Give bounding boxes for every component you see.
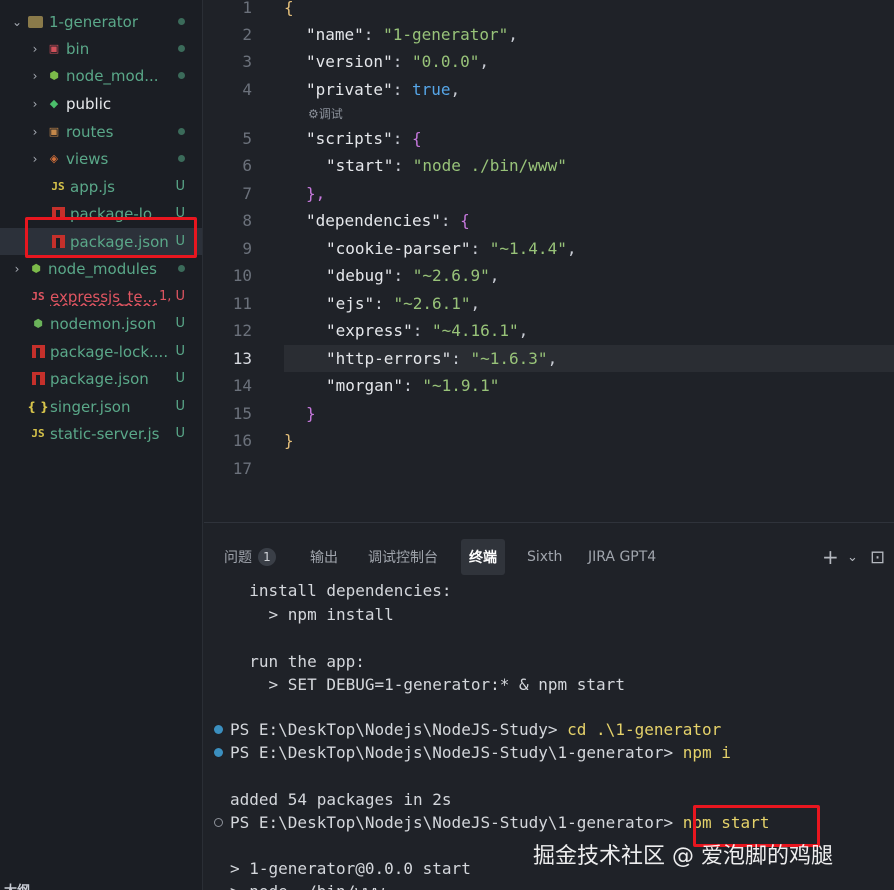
terminal-line: > SET DEBUG=1-generator:* & npm start [230, 675, 625, 694]
chevron-right-icon: › [32, 41, 38, 56]
tree-file-package-json[interactable]: package.json U [0, 365, 202, 392]
modified-dot [178, 155, 185, 162]
code-line-2: 2 "name": "1-generator", [242, 25, 518, 44]
tree-folder-bin[interactable]: › ▣ bin [0, 35, 202, 62]
chevron-down-icon[interactable]: ⌄ [847, 539, 858, 575]
tree-file-package-lock[interactable]: package-lock.... U [0, 338, 202, 365]
tab-problems[interactable]: 问题 1 [216, 539, 284, 575]
watermark-text: 掘金技术社区 @ 爱泡脚的鸡腿 [533, 844, 833, 869]
tree-file-singer-json[interactable]: { } singer.json U [0, 393, 202, 420]
terminal-line: > node ./bin/www [230, 880, 384, 890]
terminal-prompt-line: PS E:\DeskTop\Nodejs\NodeJS-Study\1-gene… [230, 813, 770, 832]
chevron-right-icon: › [32, 96, 38, 111]
npm-icon [31, 372, 45, 385]
code-line-1: 1 { [242, 0, 294, 17]
code-line-11: 11 "ejs": "~2.6.1", [232, 294, 481, 313]
code-line-13: 13 "http-errors": "~1.6.3", [232, 349, 558, 368]
folder-routes-icon: ▣ [48, 125, 60, 138]
terminal-icon[interactable]: ⊡ [870, 539, 885, 575]
code-editor[interactable]: 1 { 2 "name": "1-generator", 3 "version"… [204, 0, 894, 522]
tab-debug-console[interactable]: 调试控制台 [360, 539, 446, 575]
code-line-9: 9 "cookie-parser": "~1.4.4", [242, 239, 577, 258]
terminal-prompt-line: PS E:\DeskTop\Nodejs\NodeJS-Study\1-gene… [230, 743, 731, 762]
code-line-12: 12 "express": "~4.16.1", [232, 321, 529, 340]
terminal-line: added 54 packages in 2s [230, 790, 452, 809]
terminal-line: > npm install [230, 605, 394, 624]
modified-dot [178, 72, 185, 79]
debug-codelens[interactable]: ⚙调试 [308, 105, 343, 122]
code-line-6: 6 "start": "node ./bin/www" [242, 156, 567, 175]
modified-dot [178, 18, 185, 25]
debug-icon: ⚙ [308, 107, 319, 121]
folder-public-icon: ◆ [49, 97, 59, 110]
modified-dot [178, 265, 185, 272]
terminal-line: install dependencies: [230, 581, 452, 600]
chevron-right-icon: › [32, 151, 38, 166]
js-file-icon: JS [51, 180, 65, 193]
highlight-box-package-json [25, 217, 197, 258]
folder-node-icon: ⬢ [49, 69, 59, 82]
tree-folder-routes[interactable]: › ▣ routes [0, 118, 202, 145]
code-line-8: 8 "dependencies": { [242, 211, 470, 230]
chevron-right-icon: › [32, 124, 38, 139]
npm-icon [31, 345, 45, 358]
code-line-15: 15 } [232, 404, 316, 423]
code-line-5: 5 "scripts": { [242, 129, 422, 148]
code-line-7: 7 }, [242, 184, 326, 203]
code-line-3: 3 "version": "0.0.0", [242, 52, 490, 71]
tab-output[interactable]: 输出 [302, 539, 346, 575]
tree-folder-node-modules-inner[interactable]: › ⬢ node_mod... [0, 62, 202, 89]
problems-count-badge: 1 [258, 548, 276, 566]
tree-file-app-js[interactable]: JS app.js U [0, 173, 202, 200]
folder-views-icon: ◈ [49, 152, 59, 165]
prompt-success-dot [214, 725, 223, 734]
code-line-4: 4 "private": true, [242, 80, 461, 99]
js-file-icon: JS [31, 427, 45, 440]
tree-folder-1-generator[interactable]: ⌄ 1-generator [0, 8, 202, 35]
chevron-right-icon: › [14, 261, 20, 276]
tree-folder-public[interactable]: › ◆ public [0, 90, 202, 117]
outline-section-label[interactable]: 大纲 [4, 880, 30, 890]
panel-tabs: 问题 1 输出 调试控制台 终端 Sixth JIRA GPT4 + ⌄ ⊡ [204, 539, 894, 575]
code-line-16: 16 } [232, 431, 294, 450]
tree-file-expressjs[interactable]: JS expressjs_te... 1, U [0, 283, 202, 310]
terminal-prompt-line: PS E:\DeskTop\Nodejs\NodeJS-Study> cd .\… [230, 720, 722, 739]
add-terminal-icon[interactable]: + [822, 539, 839, 575]
tree-file-nodemon-json[interactable]: ⬢ nodemon.json U [0, 310, 202, 337]
code-line-14: 14 "morgan": "~1.9.1" [232, 376, 500, 395]
modified-dot [178, 128, 185, 135]
tab-terminal[interactable]: 终端 [461, 539, 505, 575]
terminal-line: run the app: [230, 652, 365, 671]
code-line-10: 10 "debug": "~2.6.9", [232, 266, 500, 285]
prompt-running-dot [214, 818, 223, 827]
folder-bin-icon: ▣ [48, 42, 60, 55]
tab-jira-gpt4[interactable]: JIRA GPT4 [580, 539, 664, 575]
code-line-17: 17 [232, 459, 252, 478]
tree-folder-node-modules[interactable]: › ⬢ node_modules [0, 255, 202, 282]
folder-icon [28, 15, 43, 28]
js-file-icon: JS [31, 290, 45, 303]
tree-folder-views[interactable]: › ◈ views [0, 145, 202, 172]
terminal-line: > 1-generator@0.0.0 start [230, 859, 471, 878]
tree-file-static-server-js[interactable]: JS static-server.js U [0, 420, 202, 447]
tab-sixth[interactable]: Sixth [519, 539, 570, 575]
nodemon-icon: ⬢ [33, 317, 43, 330]
prompt-success-dot [214, 748, 223, 757]
folder-node-icon: ⬢ [31, 262, 41, 275]
explorer-sidebar: ⌄ 1-generator › ▣ bin › ⬢ node_mod... › … [0, 0, 203, 890]
chevron-right-icon: › [32, 68, 38, 83]
json-file-icon: { } [27, 399, 49, 414]
modified-dot [178, 45, 185, 52]
chevron-down-icon: ⌄ [11, 14, 23, 29]
